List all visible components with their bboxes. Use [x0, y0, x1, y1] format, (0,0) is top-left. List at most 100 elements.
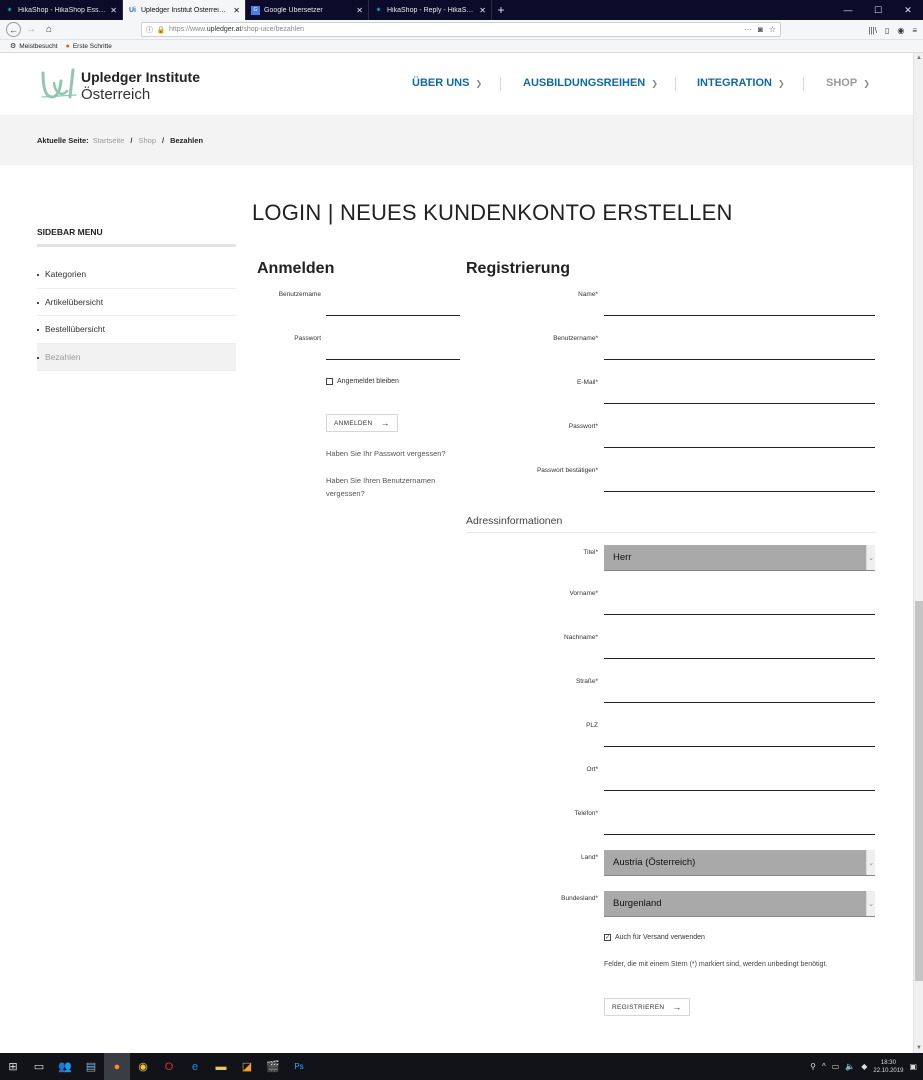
remember-me-checkbox[interactable]: Angemeldet bleiben	[326, 378, 399, 385]
nav-separator	[675, 77, 676, 91]
close-icon[interactable]: ✕	[356, 6, 363, 15]
info-icon[interactable]: ⓘ	[146, 25, 153, 35]
nav-item-integration[interactable]: INTEGRATION ❯	[697, 77, 785, 89]
close-icon[interactable]: ✕	[110, 6, 117, 15]
bookmark-meistbesucht[interactable]: ⚙ Meistbesucht	[10, 42, 58, 51]
breadcrumb-link-shop[interactable]: Shop	[138, 136, 156, 145]
account-icon[interactable]: ◉	[897, 26, 904, 35]
lastname-input[interactable]	[604, 637, 875, 659]
nav-item-ueber-uns[interactable]: ÜBER UNS ❯	[412, 77, 482, 89]
star-icon[interactable]: ☆	[769, 25, 776, 34]
close-icon[interactable]: ✕	[233, 6, 240, 15]
login-username-input[interactable]	[326, 294, 460, 316]
sidebar-icon[interactable]: ▯	[885, 26, 889, 35]
arrow-right-icon: →	[380, 418, 390, 428]
clock[interactable]: 18:30 22.10.2019	[873, 1059, 903, 1075]
nav-separator	[500, 77, 501, 91]
windows-start-icon[interactable]: ⊞	[0, 1053, 26, 1080]
browser-tab-google-translate[interactable]: G Google Übersetzer ✕	[246, 0, 369, 20]
url-text[interactable]: https://www.upledger.at/shop-uice/bezahl…	[169, 26, 744, 33]
back-arrow-icon[interactable]: ←	[6, 22, 21, 37]
address-bar[interactable]: ⓘ 🔒 https://www.upledger.at/shop-uice/be…	[141, 22, 781, 37]
arrow-right-icon: →	[672, 1002, 682, 1012]
shipping-checkbox[interactable]: ✓ Auch für Versand verwenden	[604, 934, 705, 941]
nav-separator	[803, 77, 804, 91]
page-viewport: Upledger Institute Österreich ÜBER UNS ❯ …	[0, 53, 913, 1053]
reg-username-input[interactable]	[604, 338, 875, 360]
tab-title: HikaShop - HikaShop Essential	[18, 6, 107, 14]
country-select[interactable]: Austria (Österreich) ⌄	[604, 850, 875, 876]
notifications-icon[interactable]: ▣	[909, 1062, 917, 1071]
reg-password-input[interactable]	[604, 426, 875, 448]
bookmark-erste-schritte[interactable]: ● Erste Schritte	[66, 43, 112, 50]
sidebar-item-kategorien[interactable]: Kategorien	[37, 261, 236, 289]
street-input[interactable]	[604, 681, 875, 703]
more-icon[interactable]: ···	[744, 25, 752, 34]
close-window-icon[interactable]: ✕	[893, 0, 923, 20]
menu-icon[interactable]: ≡	[912, 26, 917, 35]
gear-icon: ⚙	[10, 43, 17, 50]
opera-icon[interactable]: O	[156, 1053, 182, 1080]
email-input[interactable]	[604, 382, 875, 404]
people-icon[interactable]: 👥	[52, 1053, 78, 1080]
state-select-value: Burgenland	[613, 898, 662, 909]
sidebar-item-bezahlen[interactable]: Bezahlen	[37, 343, 236, 371]
photoshop-icon[interactable]: Ps	[286, 1053, 312, 1080]
firefox-icon[interactable]: ●	[104, 1053, 130, 1080]
breadcrumb-link-startseite[interactable]: Startseite	[93, 136, 125, 145]
home-icon[interactable]: ⌂	[41, 22, 57, 38]
close-icon[interactable]: ✕	[479, 6, 486, 15]
name-input[interactable]	[604, 294, 875, 316]
browser-tab-hikashop-reply[interactable]: ✶ HikaShop - Reply - HikaShop ✕	[369, 0, 492, 20]
file-explorer-icon[interactable]: ▬	[208, 1053, 234, 1080]
chrome-icon[interactable]: ◉	[130, 1053, 156, 1080]
checkbox-checked[interactable]: ✓	[604, 934, 611, 941]
checkbox-box[interactable]	[326, 378, 333, 385]
login-button[interactable]: ANMELDEN →	[326, 414, 398, 432]
dropbox-icon[interactable]: ◆	[861, 1062, 867, 1071]
windows-taskbar: ⊞ ▭ 👥 ▤ ● ◉ O e ▬ ◪ 🎬 Ps ⚲ ^ ▭ 🔈 ◆ 18:30…	[0, 1053, 923, 1080]
reg-password-label: Passwort*	[568, 423, 598, 430]
firstname-input[interactable]	[604, 593, 875, 615]
sidebar-item-artikeluebersicht[interactable]: Artikelübersicht	[37, 289, 236, 316]
forgot-password-link[interactable]: Haben Sie Ihr Passwort vergessen?	[326, 447, 461, 460]
nav-item-ausbildungsreihen[interactable]: AUSBILDUNGSREIHEN ❯	[523, 77, 658, 89]
edge-icon[interactable]: e	[182, 1053, 208, 1080]
password-confirm-input[interactable]	[604, 470, 875, 492]
notepad-icon[interactable]: ▤	[78, 1053, 104, 1080]
browser-toolbar-right: |||\ ▯ ◉ ≡	[868, 20, 923, 40]
forgot-username-link[interactable]: Haben Sie Ihren Benutzernamen vergessen?	[326, 474, 461, 500]
register-button[interactable]: REGISTRIEREN →	[604, 998, 690, 1016]
volume-icon[interactable]: 🔈	[845, 1062, 855, 1071]
minimize-icon[interactable]: —	[833, 0, 863, 20]
forward-arrow-icon[interactable]: →	[23, 22, 39, 38]
task-view-icon[interactable]: ▭	[26, 1053, 52, 1080]
scrollbar-thumb[interactable]	[915, 601, 923, 981]
title-select[interactable]: Herr ⌄	[604, 545, 875, 571]
login-password-input[interactable]	[326, 338, 460, 360]
scroll-up-icon[interactable]: ▲	[914, 53, 923, 63]
page-scrollbar[interactable]: ▲ ▼	[913, 53, 923, 1053]
pocket-icon[interactable]: ◙	[758, 25, 763, 34]
sidebar-item-bestelluebersicht[interactable]: Bestellübersicht	[37, 316, 236, 344]
scroll-down-icon[interactable]: ▼	[914, 1043, 923, 1053]
network-icon[interactable]: ▭	[832, 1062, 840, 1071]
phone-input[interactable]	[604, 813, 875, 835]
maximize-icon[interactable]: ☐	[863, 0, 893, 20]
email-label: E-Mail*	[577, 379, 598, 386]
new-tab-button[interactable]: +	[492, 0, 510, 20]
zip-input[interactable]	[604, 725, 875, 747]
nav-item-shop[interactable]: SHOP ❯	[826, 77, 870, 89]
clapper-icon[interactable]: 🎬	[260, 1053, 286, 1080]
site-header: Upledger Institute Österreich ÜBER UNS ❯ …	[0, 53, 913, 115]
browser-tab-hikashop-essential[interactable]: ✶ HikaShop - HikaShop Essential ✕	[0, 0, 123, 20]
people-tray-icon[interactable]: ⚲	[810, 1062, 816, 1071]
library-icon[interactable]: |||\	[868, 26, 876, 35]
clock-time: 18:30	[880, 1059, 896, 1066]
city-input[interactable]	[604, 769, 875, 791]
chevron-up-icon[interactable]: ^	[822, 1062, 826, 1071]
bookmarks-bar: ⚙ Meistbesucht ● Erste Schritte	[0, 40, 923, 53]
app-icon[interactable]: ◪	[234, 1053, 260, 1080]
browser-tab-upledger[interactable]: Ui Upledger Institut Österreich - K ✕	[123, 0, 246, 20]
state-select[interactable]: Burgenland ⌄	[604, 891, 875, 917]
